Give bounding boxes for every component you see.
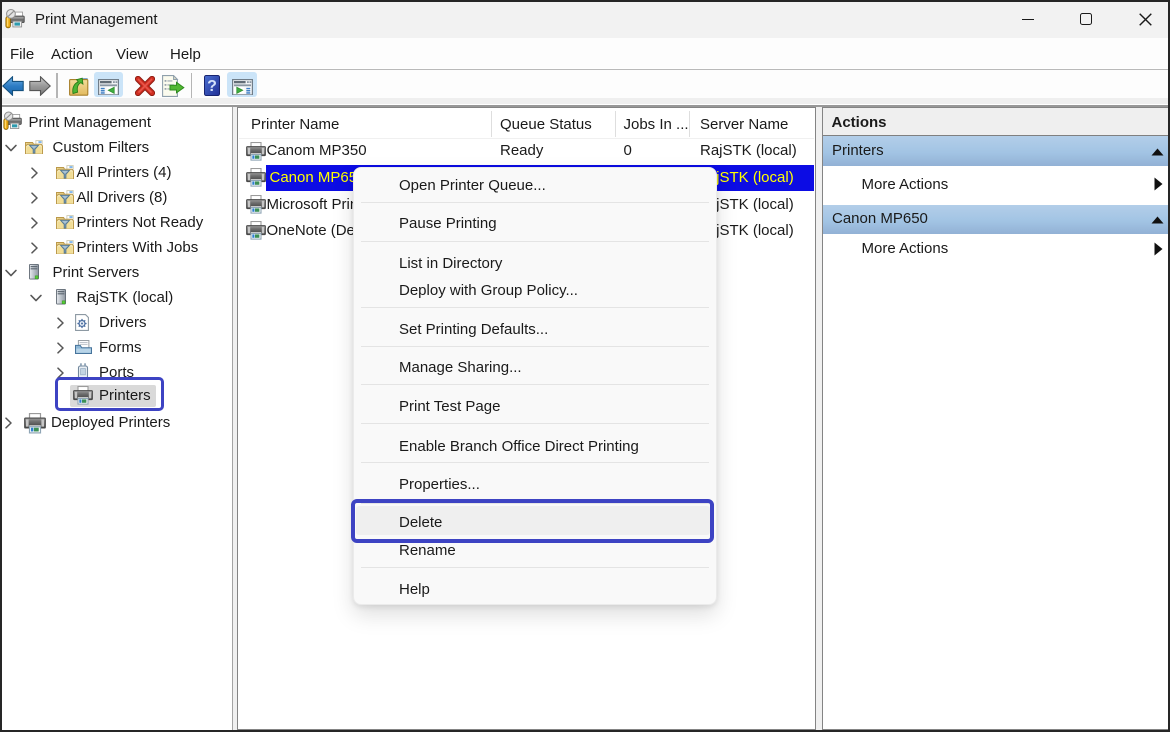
svg-text:?: ? bbox=[207, 78, 217, 95]
